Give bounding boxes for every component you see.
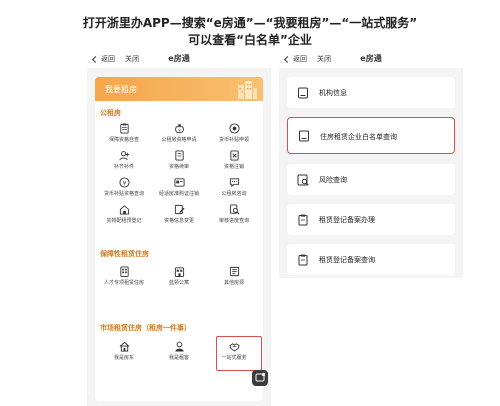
- yuan-coin-icon: ¥: [118, 177, 130, 188]
- buildings-icon: [238, 81, 257, 99]
- menu-item-institution-info[interactable]: 机构信息: [287, 77, 455, 108]
- grid-item-consult[interactable]: 公租房咨询: [205, 177, 263, 198]
- rent-banner: 我要租房: [95, 77, 263, 101]
- house-icon: [119, 341, 129, 352]
- right-navbar: 返回 关闭 e房通: [279, 48, 463, 68]
- grid-item-pre-register[interactable]: 实物配租预登记: [95, 204, 153, 225]
- menu-item-whitelist-query[interactable]: 住房租赁企业白名单查询: [287, 117, 455, 154]
- grid-item-renew[interactable]: 资格续审: [150, 150, 208, 171]
- caption-line-2: 可以查看“白名单”企业: [188, 33, 312, 47]
- right-phone-screen: 返回 关闭 e房通 机构信息 住房租赁企业白名单查询 风险查询 租赁登记备案办理…: [279, 48, 463, 278]
- magnifier-doc-icon: [297, 174, 309, 186]
- document-icon: [299, 130, 309, 142]
- left-phone-screen: 返回 关闭 e房通 我要租房 公租房 保障资格自查 ¥ 公租房资格申请 货币补贴…: [87, 48, 271, 406]
- person-icon: [174, 341, 184, 352]
- document-icon: [298, 87, 308, 99]
- chat-icon: [229, 178, 239, 188]
- clipboard-icon: [119, 123, 129, 134]
- document-cancel-icon: [229, 150, 239, 161]
- building-icon: [119, 266, 129, 277]
- grid-item-landlord[interactable]: 我是房东: [95, 341, 153, 362]
- highlight-one-stop-service: [216, 336, 262, 371]
- document-icon: [174, 150, 184, 161]
- grid-item-talent-housing[interactable]: 人才专项租赁住房: [95, 266, 153, 287]
- grid-item-subsidy-query[interactable]: ¥ 货币补贴资格查询: [95, 177, 153, 198]
- page-title: e房通: [360, 54, 382, 63]
- section-title-market-rental: 市场租赁住房（租房一件事）: [100, 324, 191, 332]
- svg-text:¥: ¥: [122, 181, 126, 187]
- grid-item-info-change[interactable]: 资格信息变更: [150, 204, 208, 225]
- menu-item-lease-registration[interactable]: 租赁登记备案办理: [287, 204, 455, 235]
- grid-item-progress[interactable]: 审核进度查询: [205, 204, 263, 225]
- chat-bubble-icon: [255, 372, 266, 382]
- section-title-public-rental: 公租房: [100, 109, 121, 117]
- home-key-icon: [119, 205, 129, 215]
- register-doc-icon: [298, 254, 308, 266]
- grid-item-tenant[interactable]: 我是租客: [150, 341, 208, 362]
- grid-item-cancel[interactable]: 资格注销: [205, 150, 263, 171]
- svg-text:¥: ¥: [178, 128, 181, 132]
- user-add-icon: [118, 151, 129, 161]
- left-navbar: 返回 关闭 e房通: [87, 48, 271, 68]
- apartment-icon: [174, 267, 184, 277]
- edit-icon: [174, 204, 185, 215]
- grid-item-subsidy[interactable]: 货币补贴申领: [205, 123, 263, 144]
- grid-item-self-check[interactable]: 保障资格自查: [95, 123, 153, 144]
- grid-item-other-listings[interactable]: 其他房源: [205, 266, 263, 287]
- card-icon: [173, 178, 185, 187]
- house-list-icon: [229, 266, 239, 277]
- grid-item-permit-cancel[interactable]: 经适房准购证注销: [150, 177, 208, 198]
- banner-title: 我要租房: [105, 85, 137, 94]
- register-doc-icon: [298, 214, 308, 226]
- page-title: e房通: [168, 54, 190, 63]
- grid-item-supplement[interactable]: 补齐补件: [95, 150, 153, 171]
- money-bag-icon: ¥: [174, 124, 184, 134]
- grid-item-blue-collar-apartment[interactable]: 蓝领公寓: [150, 266, 208, 287]
- target-icon: [228, 123, 240, 134]
- menu-item-lease-registration-query[interactable]: 租赁登记备案查询: [287, 244, 455, 275]
- floating-action-button[interactable]: [252, 370, 268, 386]
- menu-item-risk-query[interactable]: 风险查询: [287, 164, 455, 195]
- section-title-affordable-rental: 保障性租赁住房: [100, 250, 149, 258]
- search-icon: [229, 204, 239, 215]
- caption-line-1: 打开浙里办APP—搜索“e房通”—“我要租房”—“一站式服务”: [82, 16, 418, 30]
- grid-item-apply[interactable]: ¥ 公租房资格申请: [150, 123, 208, 144]
